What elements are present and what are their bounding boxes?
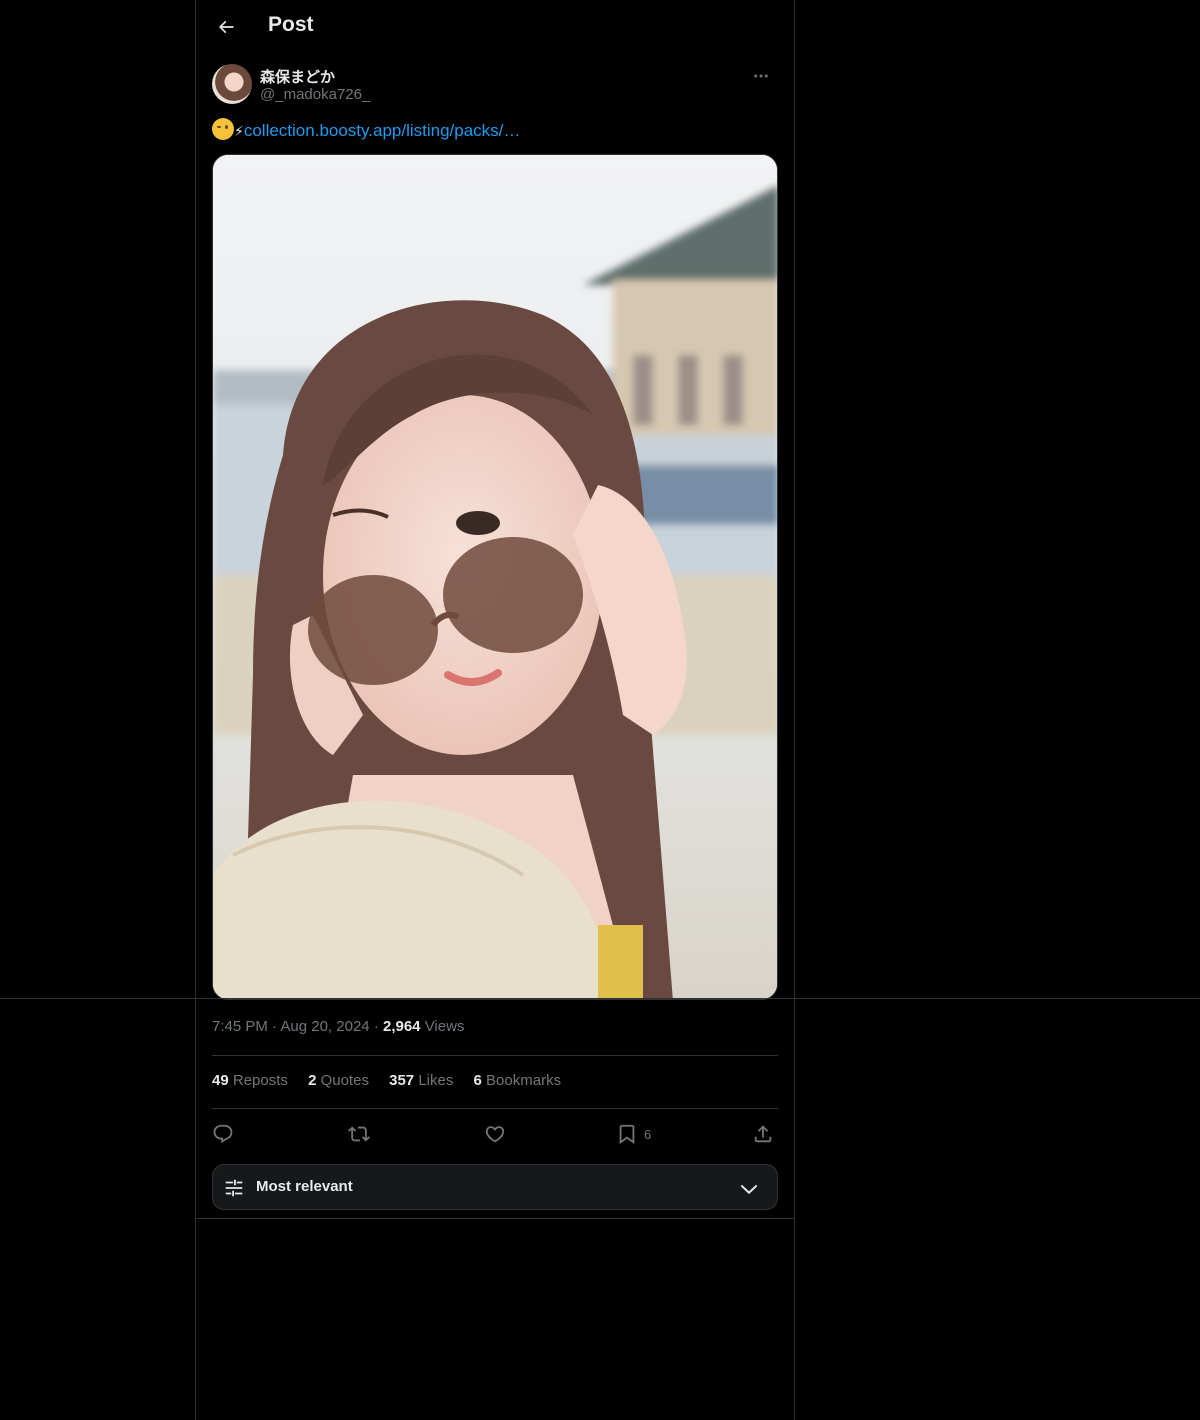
reposts-stat[interactable]: 49 Reposts [212,1072,288,1089]
post-author: 森保まどか @_madoka726_ [212,64,778,108]
reply-icon [213,1124,233,1143]
page-title: Post [268,13,314,36]
action-bar: 6 [212,1118,778,1150]
post-meta: 7:45 PM · Aug 20, 2024 · 2,964 Views [212,1018,464,1035]
meta-separator: · [373,1018,383,1035]
like-button[interactable] [484,1118,506,1150]
post-date[interactable]: Aug 20, 2024 [280,1018,369,1035]
photo-image [213,155,777,999]
post-header: Post [196,0,794,54]
author-name[interactable]: 森保まどか [260,66,335,87]
bookmarks-stat[interactable]: 6 Bookmarks [474,1072,562,1089]
divider [196,1218,794,1219]
reply-sort-dropdown[interactable]: Most relevant [212,1164,778,1210]
author-handle[interactable]: @_madoka726_ [260,86,370,103]
quotes-label: Quotes [320,1072,369,1089]
lightning-icon: ⚡ [234,123,244,139]
repost-icon [348,1126,370,1142]
tweet-photo[interactable] [212,154,778,1000]
quotes-stat[interactable]: 2 Quotes [308,1072,369,1089]
arrow-left-icon [218,20,234,34]
bookmark-button[interactable]: 6 [616,1118,651,1150]
more-horizontal-icon [754,74,768,78]
avatar[interactable] [212,64,252,104]
likes-stat[interactable]: 357 Likes [389,1072,453,1089]
views-count: 2,964 [382,1018,421,1035]
post-time[interactable]: 7:45 PM [212,1018,268,1035]
reposts-label: Reposts [232,1072,288,1089]
sort-label: Most relevant [256,1178,353,1195]
share-icon [754,1125,772,1143]
divider [212,1108,778,1109]
bookmarks-count: 6 [473,1072,482,1089]
winking-face-icon [212,118,234,140]
quotes-count: 2 [308,1072,317,1089]
bookmark-count: 6 [644,1126,652,1142]
reply-button[interactable] [212,1118,234,1150]
chevron-down-icon [740,1185,758,1194]
share-button[interactable] [752,1118,774,1150]
tweet-text: ⚡collection.boosty.app/listing/packs/… [212,118,778,144]
likes-label: Likes [418,1072,454,1089]
post-stats: 49 Reposts 2 Quotes 357 Likes 6 Bookmark… [212,1072,577,1089]
bookmark-icon [619,1124,635,1145]
more-options-button[interactable] [744,64,778,88]
back-button[interactable] [208,9,244,45]
horizontal-rule [0,998,1200,999]
views-label: Views [424,1018,465,1035]
divider [212,1055,778,1056]
bookmarks-label: Bookmarks [486,1072,562,1089]
repost-button[interactable] [348,1118,370,1150]
sliders-icon [225,1179,243,1197]
heart-icon [485,1126,505,1143]
reposts-count: 49 [212,1072,229,1089]
likes-count: 357 [389,1072,415,1089]
post-column: Post 森保まどか @_madoka726_ ⚡collection.boos… [195,0,795,1420]
tweet-link[interactable]: collection.boosty.app/listing/packs/… [244,121,521,140]
